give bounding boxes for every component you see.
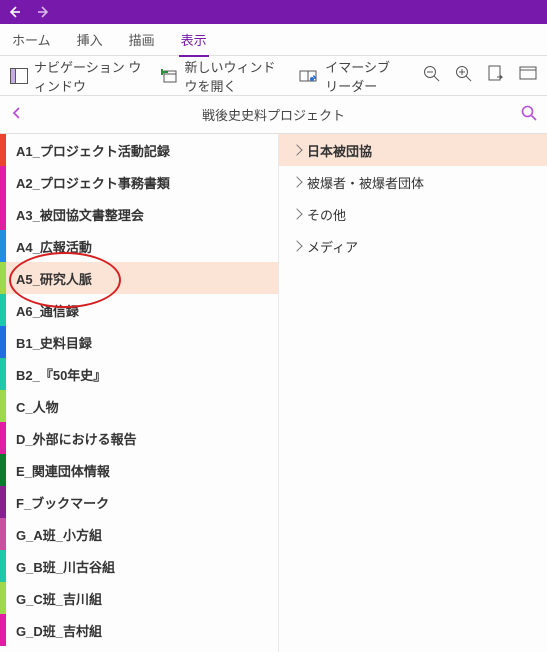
immersive-reader-button[interactable]: イマーシブ リーダー	[299, 57, 405, 95]
section-item[interactable]: A2_プロジェクト事務書類	[0, 166, 278, 198]
chevron-right-icon	[291, 144, 302, 155]
section-item[interactable]: A5_研究人脈	[0, 262, 278, 294]
section-item[interactable]: C_人物	[0, 390, 278, 422]
section-item[interactable]: G_C班_吉川組	[0, 582, 278, 614]
section-item[interactable]: E_関連団体情報	[0, 454, 278, 486]
tab-draw[interactable]: 描画	[127, 24, 157, 55]
section-label: A2_プロジェクト事務書類	[16, 173, 170, 192]
section-item[interactable]: G_B班_川古谷組	[0, 550, 278, 582]
section-label: C_人物	[16, 397, 59, 416]
section-label: G_D班_吉村組	[16, 621, 102, 640]
page-fit-icon[interactable]	[519, 65, 537, 86]
section-label: A5_研究人脈	[16, 269, 92, 288]
section-label: B1_史料目録	[16, 333, 92, 352]
view-toolbar: ナビゲーション ウィンドウ 新しいウィンドウを開く イマーシブ リーダー	[0, 56, 547, 96]
page-item[interactable]: メディア	[279, 230, 547, 262]
section-label: A1_プロジェクト活動記録	[16, 141, 170, 160]
section-label: A3_被団協文書整理会	[16, 205, 144, 224]
nav-pane-icon	[10, 68, 28, 84]
ribbon-tabs: ホーム 挿入 描画 表示	[0, 24, 547, 56]
section-item[interactable]: G_D班_吉村組	[0, 614, 278, 646]
notebook-header: 戦後史史料プロジェクト	[0, 96, 547, 134]
section-label: A6_通信録	[16, 301, 79, 320]
tab-home[interactable]: ホーム	[10, 24, 53, 55]
title-bar	[0, 0, 547, 24]
section-label: G_A班_小方組	[16, 525, 102, 544]
section-label: E_関連団体情報	[16, 461, 110, 480]
notebook-title: 戦後史史料プロジェクト	[0, 105, 547, 124]
page-width-icon[interactable]	[487, 65, 505, 86]
immersive-reader-label: イマーシブ リーダー	[325, 57, 405, 95]
chevron-right-icon	[291, 240, 302, 251]
section-label: F_ブックマーク	[16, 493, 109, 512]
header-search-icon[interactable]	[521, 105, 537, 124]
section-item[interactable]: A3_被団協文書整理会	[0, 198, 278, 230]
page-item[interactable]: 被爆者・被爆者団体	[279, 166, 547, 198]
page-label: メディア	[307, 237, 358, 256]
section-item[interactable]: F_ブックマーク	[0, 486, 278, 518]
section-label: G_C班_吉川組	[16, 589, 102, 608]
immersive-reader-icon	[299, 68, 319, 84]
section-item[interactable]: A1_プロジェクト活動記録	[0, 134, 278, 166]
forward-arrow-icon[interactable]	[36, 4, 52, 20]
section-item[interactable]: G_A班_小方組	[0, 518, 278, 550]
section-item[interactable]: D_外部における報告	[0, 422, 278, 454]
sections-pane: A1_プロジェクト活動記録 A2_プロジェクト事務書類 A3_被団協文書整理会 A4_…	[0, 134, 279, 652]
tab-view[interactable]: 表示	[179, 24, 209, 57]
section-item[interactable]: A6_通信録	[0, 294, 278, 326]
section-item[interactable]: B1_史料目録	[0, 326, 278, 358]
page-label: 日本被団協	[307, 141, 372, 160]
back-arrow-icon[interactable]	[6, 4, 22, 20]
new-window-label: 新しいウィンドウを開く	[185, 57, 282, 95]
page-label: その他	[307, 205, 346, 224]
section-label: A4_広報活動	[16, 237, 92, 256]
page-label: 被爆者・被爆者団体	[307, 173, 424, 192]
tab-insert[interactable]: 挿入	[75, 24, 105, 55]
zoom-out-icon[interactable]	[423, 65, 441, 86]
section-item[interactable]: A4_広報活動	[0, 230, 278, 262]
new-window-icon	[161, 68, 179, 84]
zoom-in-icon[interactable]	[455, 65, 473, 86]
pages-pane: 日本被団協被爆者・被爆者団体その他メディア	[279, 134, 547, 652]
section-label: B2_『50年史』	[16, 365, 106, 384]
new-window-button[interactable]: 新しいウィンドウを開く	[161, 57, 282, 95]
header-back-icon[interactable]	[10, 106, 24, 123]
nav-pane-button[interactable]: ナビゲーション ウィンドウ	[10, 57, 143, 95]
section-label: D_外部における報告	[16, 429, 137, 448]
page-item[interactable]: その他	[279, 198, 547, 230]
chevron-right-icon	[291, 208, 302, 219]
section-item[interactable]: B2_『50年史』	[0, 358, 278, 390]
nav-pane-label: ナビゲーション ウィンドウ	[34, 57, 143, 95]
chevron-right-icon	[291, 176, 302, 187]
content-area: A1_プロジェクト活動記録 A2_プロジェクト事務書類 A3_被団協文書整理会 A4_…	[0, 134, 547, 652]
page-item[interactable]: 日本被団協	[279, 134, 547, 166]
section-label: G_B班_川古谷組	[16, 557, 115, 576]
